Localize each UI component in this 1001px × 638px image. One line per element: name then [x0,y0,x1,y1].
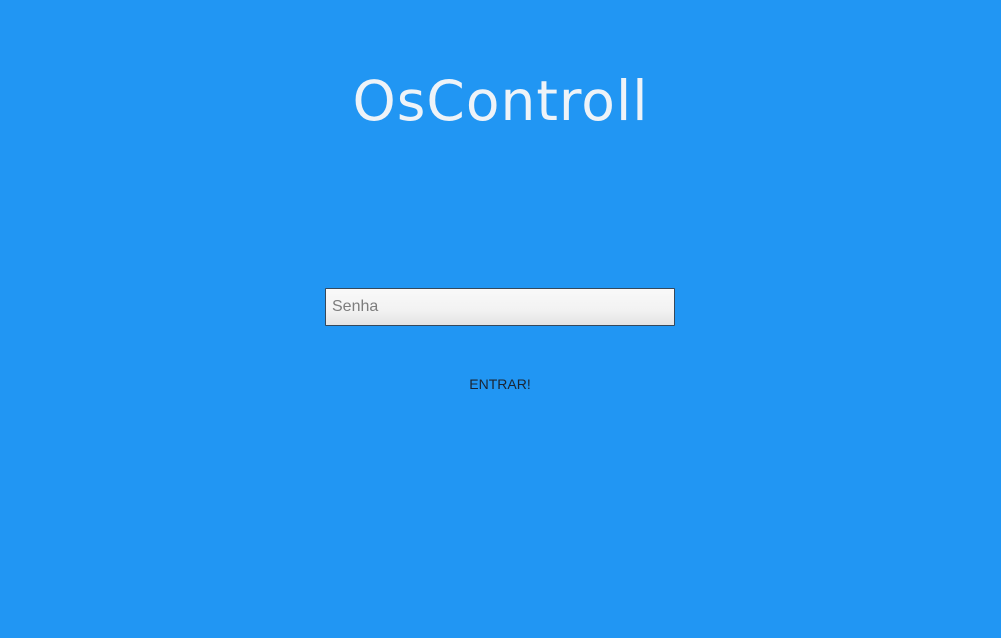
enter-button[interactable]: ENTRAR! [450,372,550,396]
app-title: OsControll [352,69,649,133]
login-screen: OsControll ENTRAR! [0,0,1001,638]
password-input[interactable] [325,288,675,326]
